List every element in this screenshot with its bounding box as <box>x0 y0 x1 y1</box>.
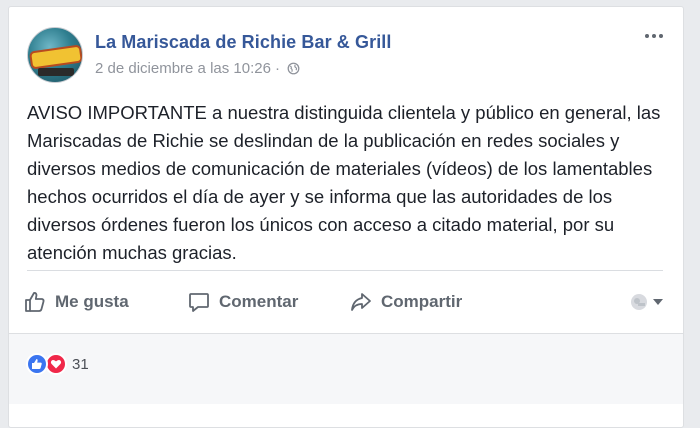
comment-button[interactable]: Comentar <box>187 283 298 321</box>
post-meta: 2 de diciembre a las 10:26 · <box>95 60 300 77</box>
page-name-link[interactable]: La Mariscada de Richie Bar & Grill <box>95 32 392 53</box>
page-avatar[interactable] <box>27 27 83 83</box>
love-reaction-icon <box>45 353 67 375</box>
comment-icon <box>189 293 209 312</box>
like-button[interactable]: Me gusta <box>23 283 129 321</box>
share-label: Compartir <box>381 292 463 311</box>
post-actions: Me gusta Comentar Compartir <box>23 283 663 321</box>
globe-icon[interactable] <box>287 62 300 75</box>
post-body-text: AVISO IMPORTANTE a nuestra distinguida c… <box>27 102 661 263</box>
logo-sub <box>38 68 74 76</box>
page-avatar-small-icon <box>631 294 647 310</box>
comment-label: Comentar <box>219 292 299 311</box>
reaction-summary[interactable]: 31 <box>26 353 89 375</box>
audience-selector[interactable] <box>629 292 663 312</box>
logo-band <box>31 46 81 68</box>
more-options-icon[interactable] <box>643 29 665 43</box>
like-reaction-icon <box>26 353 48 375</box>
share-button[interactable]: Compartir <box>349 283 462 321</box>
meta-separator: · <box>274 60 280 77</box>
post-timestamp[interactable]: 2 de diciembre a las 10:26 <box>95 60 271 77</box>
like-label: Me gusta <box>55 292 129 311</box>
actions-top-divider <box>27 270 663 271</box>
chevron-down-icon <box>653 299 663 305</box>
reaction-count[interactable]: 31 <box>72 356 89 373</box>
reactions-bar: 31 <box>9 333 683 404</box>
thumbs-up-icon <box>25 292 45 312</box>
post-card: La Mariscada de Richie Bar & Grill 2 de … <box>8 6 684 428</box>
share-arrow-icon <box>351 293 371 311</box>
